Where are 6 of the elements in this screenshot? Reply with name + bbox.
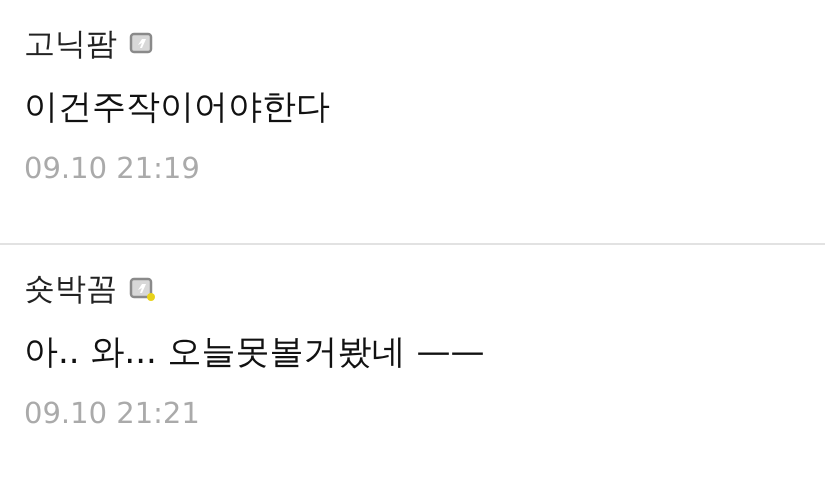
comment-text: 이건주작이어야한다 [24,86,331,129]
comment-time: 09.10 21:21 [24,395,201,432]
comment-time: 09.10 21:19 [24,150,201,187]
comment-text: 아.. 와... 오늘못볼거봤네 —— [24,331,486,374]
author-name: 고닉팜 [24,25,117,64]
author-name: 숏박꼼 [24,270,117,309]
